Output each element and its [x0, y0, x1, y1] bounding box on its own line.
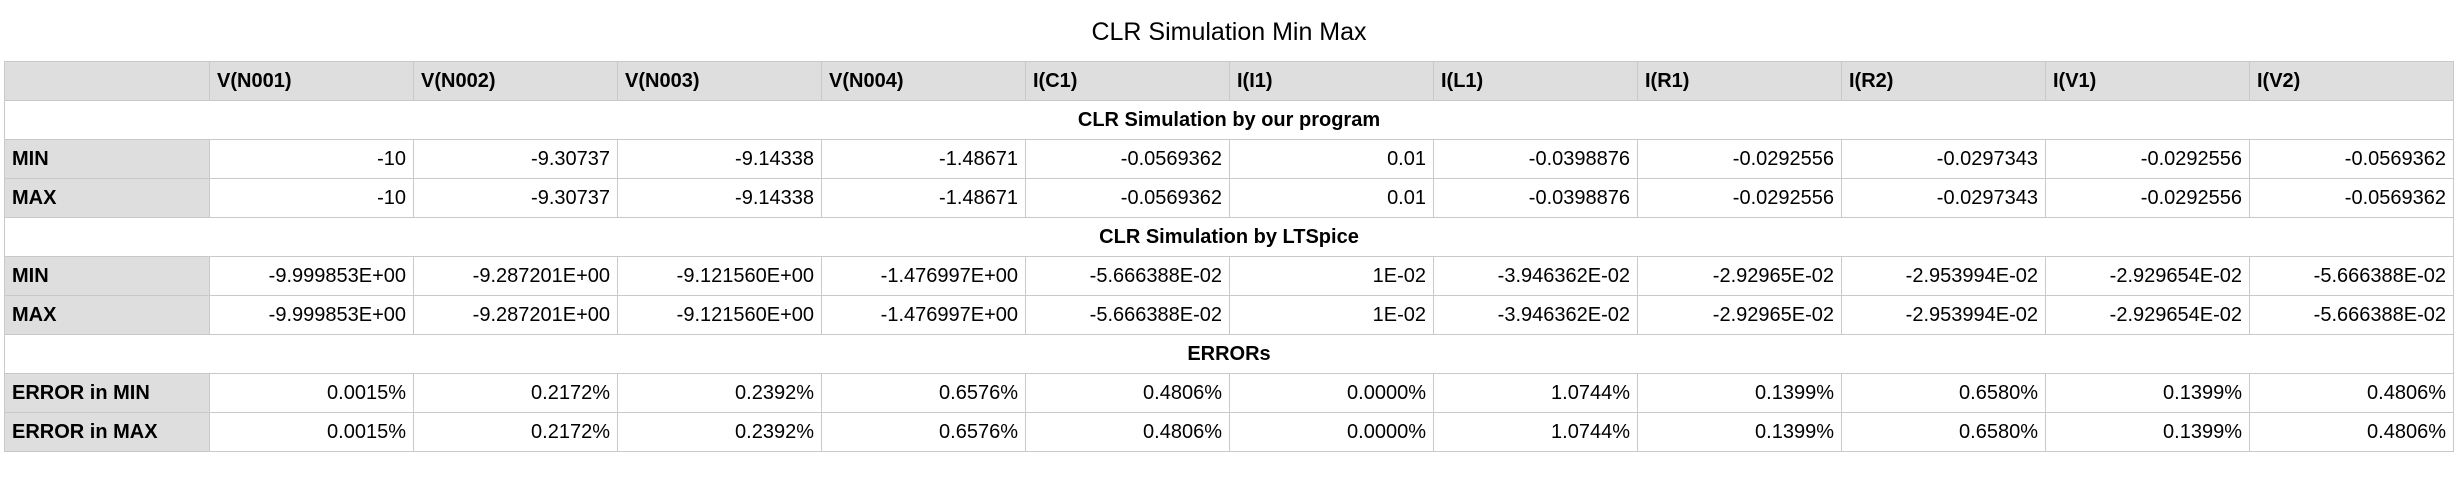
column-header[interactable]: V(N002) [413, 61, 618, 101]
value-cell[interactable]: -5.666388E-02 [1025, 256, 1230, 296]
value-cell[interactable]: -0.0569362 [2249, 139, 2454, 179]
value-cell[interactable]: -9.30737 [413, 178, 618, 218]
value-cell[interactable]: 1E-02 [1229, 295, 1434, 335]
section-heading-row: ERRORs [4, 334, 2454, 374]
value-cell[interactable]: 0.4806% [2249, 373, 2454, 413]
value-cell[interactable]: 0.6576% [821, 412, 1026, 452]
column-header[interactable]: V(N001) [209, 61, 414, 101]
value-cell[interactable]: 0.2172% [413, 412, 618, 452]
value-cell[interactable]: 1.0744% [1433, 412, 1638, 452]
section-heading-row: CLR Simulation by our program [4, 100, 2454, 140]
column-header[interactable]: I(L1) [1433, 61, 1638, 101]
value-cell[interactable]: -9.287201E+00 [413, 295, 618, 335]
value-cell[interactable]: -0.0297343 [1841, 178, 2046, 218]
value-cell[interactable]: -2.929654E-02 [2045, 295, 2250, 335]
value-cell[interactable]: 0.6576% [821, 373, 1026, 413]
value-cell[interactable]: -10 [209, 178, 414, 218]
value-cell[interactable]: 0.1399% [1637, 412, 1842, 452]
value-cell[interactable]: -5.666388E-02 [2249, 295, 2454, 335]
column-header[interactable]: V(N004) [821, 61, 1026, 101]
column-header[interactable]: V(N003) [617, 61, 822, 101]
column-header[interactable]: I(V2) [2249, 61, 2454, 101]
row-label[interactable]: MAX [4, 295, 210, 335]
section-heading-row: CLR Simulation by LTSpice [4, 217, 2454, 257]
value-cell[interactable]: 0.01 [1229, 139, 1434, 179]
value-cell[interactable]: -0.0398876 [1433, 178, 1638, 218]
section-heading[interactable]: CLR Simulation by LTSpice [4, 217, 2454, 257]
value-cell[interactable]: -9.287201E+00 [413, 256, 618, 296]
table-row: MAX -9.999853E+00 -9.287201E+00 -9.121560E+… [4, 295, 2454, 335]
header-row: V(N001) V(N002) V(N003) V(N004) I(C1) I(… [4, 61, 2454, 101]
value-cell[interactable]: -0.0292556 [2045, 139, 2250, 179]
value-cell[interactable]: -2.92965E-02 [1637, 295, 1842, 335]
value-cell[interactable]: 0.0000% [1229, 412, 1434, 452]
table-row: MIN -9.999853E+00 -9.287201E+00 -9.121560E+… [4, 256, 2454, 296]
value-cell[interactable]: -0.0292556 [1637, 139, 1842, 179]
value-cell[interactable]: -0.0569362 [1025, 139, 1230, 179]
value-cell[interactable]: -0.0398876 [1433, 139, 1638, 179]
value-cell[interactable]: -1.476997E+00 [821, 295, 1026, 335]
value-cell[interactable]: -0.0297343 [1841, 139, 2046, 179]
value-cell[interactable]: -5.666388E-02 [1025, 295, 1230, 335]
value-cell[interactable]: -2.953994E-02 [1841, 295, 2046, 335]
column-header[interactable]: I(R1) [1637, 61, 1842, 101]
value-cell[interactable]: -9.14338 [617, 178, 822, 218]
corner-cell[interactable] [4, 61, 210, 101]
table-row: ERROR in MIN 0.0015% 0.2172% 0.2392% 0.6576%… [4, 373, 2454, 413]
value-cell[interactable]: -2.92965E-02 [1637, 256, 1842, 296]
value-cell[interactable]: -2.953994E-02 [1841, 256, 2046, 296]
value-cell[interactable]: -0.0292556 [2045, 178, 2250, 218]
value-cell[interactable]: -9.121560E+00 [617, 295, 822, 335]
value-cell[interactable]: 1E-02 [1229, 256, 1434, 296]
value-cell[interactable]: 1.0744% [1433, 373, 1638, 413]
value-cell[interactable]: -0.0292556 [1637, 178, 1842, 218]
value-cell[interactable]: 0.2392% [617, 412, 822, 452]
row-label[interactable]: ERROR in MAX [4, 412, 210, 452]
value-cell[interactable]: 0.4806% [2249, 412, 2454, 452]
value-cell[interactable]: -5.666388E-02 [2249, 256, 2454, 296]
table-row: MIN -10 -9.30737 -9.14338 -1.48671 -0.0569362… [4, 139, 2454, 179]
value-cell[interactable]: 0.1399% [1637, 373, 1842, 413]
value-cell[interactable]: -1.48671 [821, 139, 1026, 179]
value-cell[interactable]: 0.0015% [209, 373, 414, 413]
results-table: V(N001) V(N002) V(N003) V(N004) I(C1) I(… [4, 61, 2454, 452]
value-cell[interactable]: 0.4806% [1025, 412, 1230, 452]
value-cell[interactable]: 0.6580% [1841, 412, 2046, 452]
value-cell[interactable]: -3.946362E-02 [1433, 295, 1638, 335]
column-header[interactable]: I(R2) [1841, 61, 2046, 101]
value-cell[interactable]: 0.0015% [209, 412, 414, 452]
column-header[interactable]: I(V1) [2045, 61, 2250, 101]
value-cell[interactable]: 0.1399% [2045, 412, 2250, 452]
row-label[interactable]: MAX [4, 178, 210, 218]
value-cell[interactable]: -1.48671 [821, 178, 1026, 218]
row-label[interactable]: MIN [4, 139, 210, 179]
value-cell[interactable]: -9.999853E+00 [209, 295, 414, 335]
value-cell[interactable]: -9.999853E+00 [209, 256, 414, 296]
value-cell[interactable]: 0.1399% [2045, 373, 2250, 413]
value-cell[interactable]: -1.476997E+00 [821, 256, 1026, 296]
value-cell[interactable]: -0.0569362 [1025, 178, 1230, 218]
value-cell[interactable]: 0.2392% [617, 373, 822, 413]
value-cell[interactable]: -9.121560E+00 [617, 256, 822, 296]
value-cell[interactable]: -10 [209, 139, 414, 179]
table-row: ERROR in MAX 0.0015% 0.2172% 0.2392% 0.6576%… [4, 412, 2454, 452]
row-label[interactable]: ERROR in MIN [4, 373, 210, 413]
value-cell[interactable]: -3.946362E-02 [1433, 256, 1638, 296]
value-cell[interactable]: 0.6580% [1841, 373, 2046, 413]
section-heading[interactable]: ERRORs [4, 334, 2454, 374]
column-header[interactable]: I(C1) [1025, 61, 1230, 101]
value-cell[interactable]: 0.2172% [413, 373, 618, 413]
value-cell[interactable]: -0.0569362 [2249, 178, 2454, 218]
value-cell[interactable]: -9.30737 [413, 139, 618, 179]
value-cell[interactable]: -2.929654E-02 [2045, 256, 2250, 296]
value-cell[interactable]: 0.0000% [1229, 373, 1434, 413]
value-cell[interactable]: -9.14338 [617, 139, 822, 179]
table-row: MAX -10 -9.30737 -9.14338 -1.48671 -0.0569362… [4, 178, 2454, 218]
row-label[interactable]: MIN [4, 256, 210, 296]
value-cell[interactable]: 0.4806% [1025, 373, 1230, 413]
column-header[interactable]: I(I1) [1229, 61, 1434, 101]
value-cell[interactable]: 0.01 [1229, 178, 1434, 218]
section-heading[interactable]: CLR Simulation by our program [4, 100, 2454, 140]
sheet-title: CLR Simulation Min Max [1091, 18, 1367, 46]
